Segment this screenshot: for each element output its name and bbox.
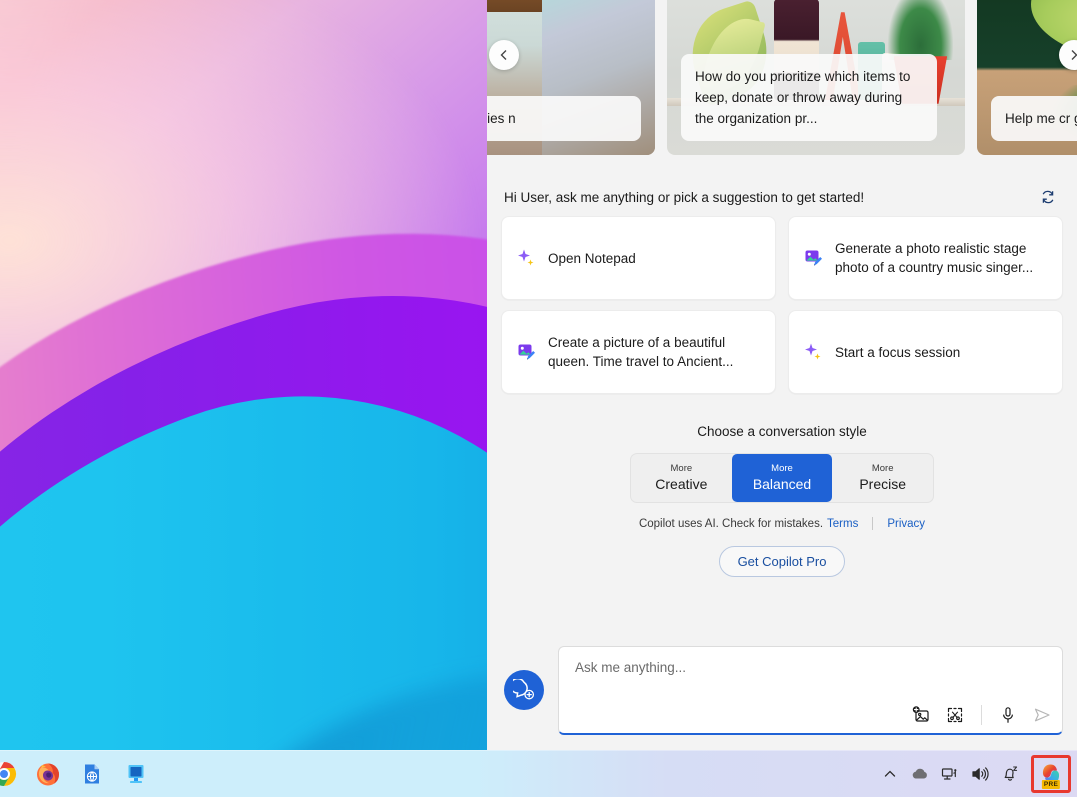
tray-copilot-button[interactable]: PRE [1031,755,1071,793]
image-create-icon-svg [803,248,823,268]
suggestion-label: Create a picture of a beautiful queen. T… [548,333,761,371]
system-tray: PRE [875,755,1077,793]
chevron-right-icon [1068,49,1077,61]
terms-link[interactable]: Terms [827,518,858,530]
taskbar: PRE [0,750,1077,797]
cloud-icon [910,765,930,783]
tray-chevron-up-button[interactable] [875,757,905,791]
carousel-prev-button[interactable] [489,40,519,70]
privacy-link[interactable]: Privacy [887,518,925,530]
image-create-icon [803,248,823,268]
desktop-wallpaper [0,0,487,751]
style-option-label: Balanced [753,476,811,492]
taskbar-item-chrome[interactable] [0,754,26,794]
taskbar-item-firefox[interactable] [26,754,70,794]
suggestion-card-open-notepad[interactable]: Open Notepad [501,216,776,300]
tray-volume-button[interactable] [965,757,995,791]
image-create-icon-svg [516,342,536,362]
chevron-up-icon [883,767,897,781]
copilot-preview-badge: PRE [1042,780,1060,789]
sparkle-icon [803,342,823,362]
composer-tools-separator [981,705,982,725]
firefox-icon [35,761,61,787]
carousel-card-caption: tive indoor hobbies n [487,96,641,141]
style-option-precise[interactable]: More Precise [832,454,933,502]
refresh-suggestions-button[interactable] [1039,188,1057,206]
send-icon[interactable] [1032,705,1052,725]
web-document-icon [80,762,104,786]
get-copilot-pro-button[interactable]: Get Copilot Pro [719,546,846,577]
screenshot-snip-icon[interactable] [945,705,965,725]
tray-notifications-button[interactable] [995,757,1025,791]
conversation-style-title: Choose a conversation style [487,424,1077,439]
greeting-row: Hi User, ask me anything or pick a sugge… [487,170,1077,216]
ask-input-container[interactable] [558,646,1063,735]
suggestion-label: Generate a photo realistic stage photo o… [835,239,1048,277]
carousel-card-caption: How do you prioritize which items to kee… [681,54,937,141]
style-option-label: Precise [859,476,906,492]
new-chat-button[interactable] [504,670,544,710]
suggestion-card-create-picture[interactable]: Create a picture of a beautiful queen. T… [501,310,776,394]
refresh-icon [1039,188,1057,206]
microphone-icon-svg [998,705,1018,725]
carousel-card-caption: Help me cr garden [991,96,1077,141]
ai-disclaimer-text: Copilot uses AI. Check for mistakes. [639,518,823,530]
add-image-icon[interactable] [911,705,931,725]
suggestion-card-generate-photo[interactable]: Generate a photo realistic stage photo o… [788,216,1063,300]
legal-separator [872,517,873,530]
ask-input[interactable] [573,659,1052,676]
image-create-icon [516,342,536,362]
conversation-style-section: Choose a conversation style More Creativ… [487,424,1077,577]
new-chat-icon [513,679,535,701]
legal-row: Copilot uses AI. Check for mistakes. Ter… [487,517,1077,530]
carousel-card[interactable]: Help me cr garden [977,0,1077,155]
chevron-left-icon [498,49,510,61]
sparkle-icon-svg [516,248,536,268]
microphone-icon[interactable] [998,705,1018,725]
chrome-icon [0,761,17,787]
style-option-label: Creative [655,476,707,492]
notification-bell-icon [1000,765,1020,783]
suggestion-label: Start a focus session [835,343,960,362]
network-icon [940,765,960,783]
composer-tools [911,705,1052,725]
tray-network-button[interactable] [935,757,965,791]
sparkle-icon-svg [803,342,823,362]
carousel-card[interactable]: How do you prioritize which items to kee… [667,0,965,155]
carousel-track: tive indoor hobbies n How do you priorit… [501,0,1077,155]
display-monitor-icon [123,762,149,786]
conversation-style-toggle: More Creative More Balanced More Precise [630,453,934,503]
suggestion-card-focus-session[interactable]: Start a focus session [788,310,1063,394]
sparkle-icon [516,248,536,268]
volume-icon [970,765,990,783]
style-option-prefix: More [771,464,793,475]
suggestion-grid: Open Notepad Generate a photo realistic … [487,216,1077,394]
screenshot-snip-icon-svg [945,705,965,725]
suggestion-label: Open Notepad [548,249,636,268]
style-option-balanced[interactable]: More Balanced [732,454,833,502]
style-option-prefix: More [872,464,894,475]
send-icon-svg [1032,705,1052,725]
tray-weather-button[interactable] [905,757,935,791]
copilot-panel: tive indoor hobbies n How do you priorit… [487,0,1077,751]
style-option-prefix: More [671,464,693,475]
taskbar-item-web-document[interactable] [70,754,114,794]
greeting-text: Hi User, ask me anything or pick a sugge… [504,190,864,205]
carousel-card[interactable]: tive indoor hobbies n [487,0,655,155]
taskbar-apps [0,754,158,794]
suggestion-carousel: tive indoor hobbies n How do you priorit… [487,0,1077,170]
style-option-creative[interactable]: More Creative [631,454,732,502]
composer [487,646,1077,735]
carousel-art-detail [888,0,954,60]
add-image-icon-svg [911,705,931,725]
taskbar-item-display-monitor[interactable] [114,754,158,794]
